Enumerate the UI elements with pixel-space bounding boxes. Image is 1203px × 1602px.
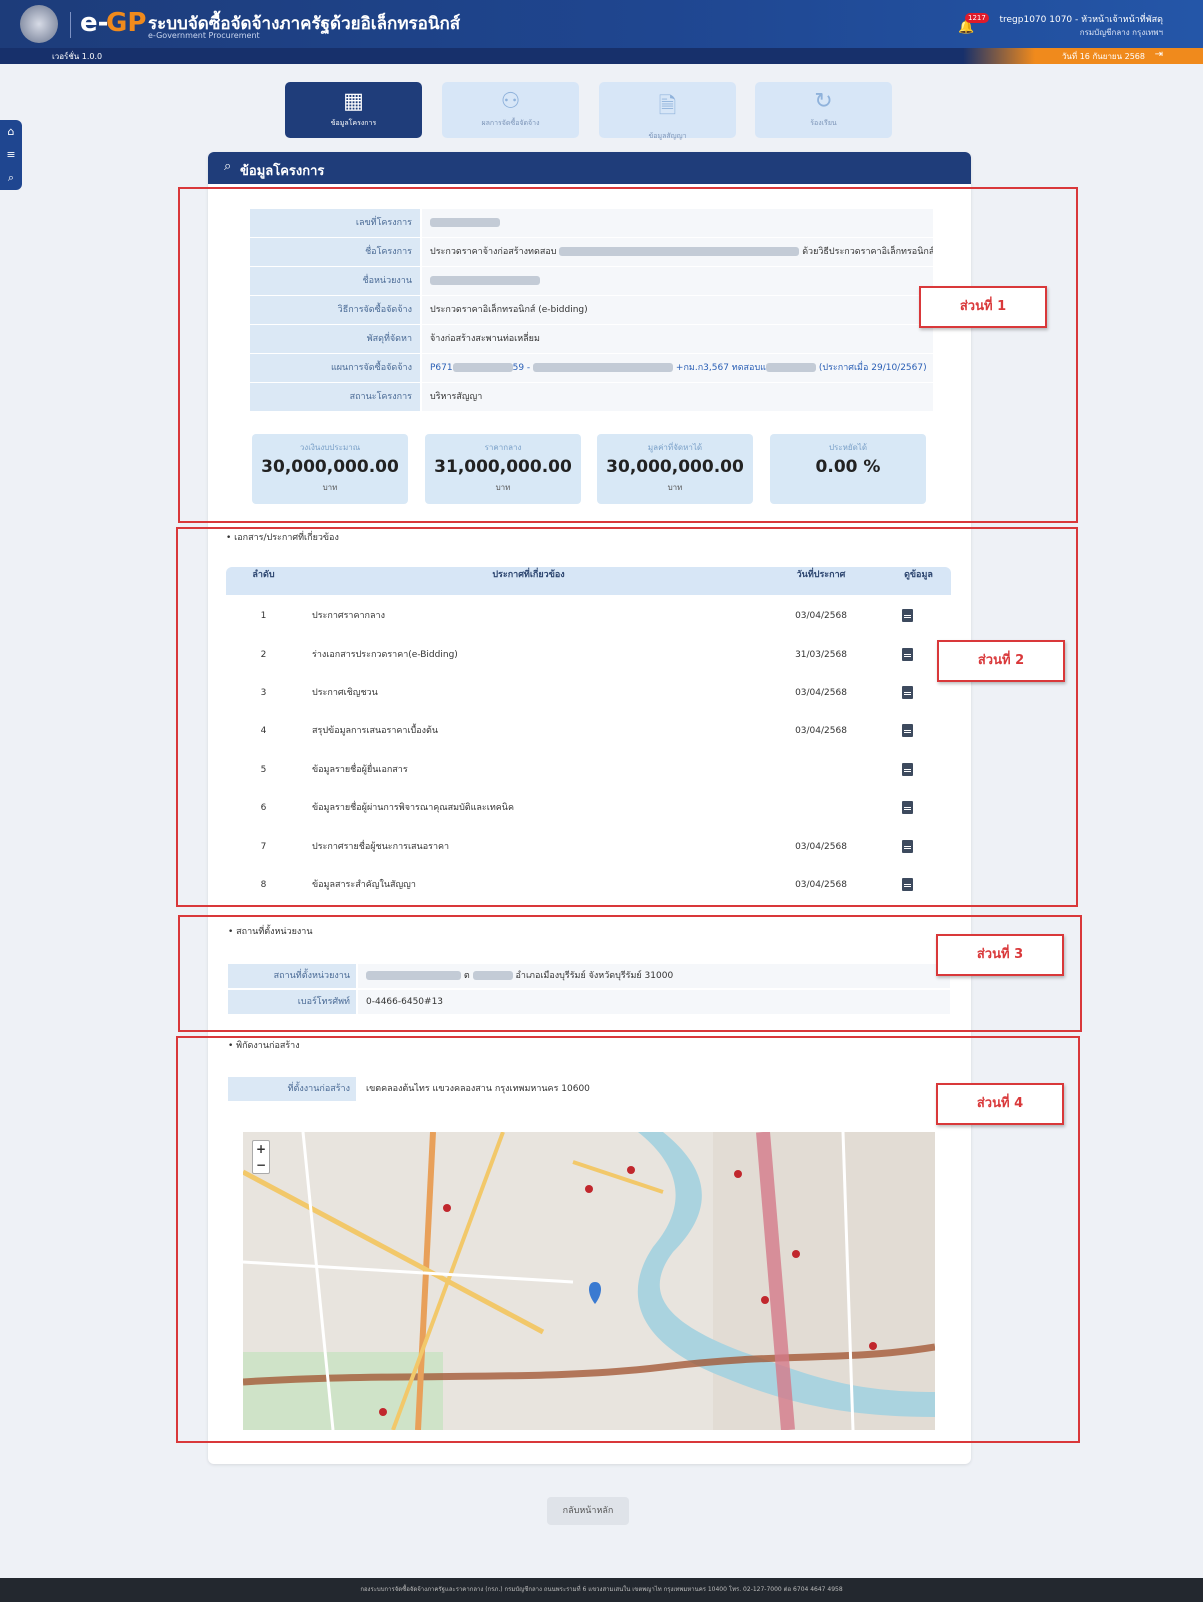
annotation-box-part2 — [176, 527, 1078, 907]
annotation-label-part2: ส่วนที่ 2 — [937, 640, 1065, 682]
annotation-label-part4: ส่วนที่ 4 — [936, 1083, 1064, 1125]
tab-contract-info[interactable]: 🗎 ข้อมูลสัญญา — [599, 82, 736, 140]
tab-label: ข้อมูลโครงการ — [330, 119, 377, 127]
sub-header — [0, 48, 1203, 64]
users-icon: ⚇ — [500, 89, 521, 114]
card-header: ⌕ ข้อมูลโครงการ — [208, 152, 971, 184]
user-name[interactable]: tregp1070 1070 - หัวหน้าเจ้าหน้าที่พัสดุ — [999, 12, 1163, 26]
egp-logo-e: e- — [80, 8, 109, 38]
logout-icon[interactable]: ⇥ — [1155, 49, 1163, 60]
search-icon: ⌕ — [224, 159, 232, 174]
logo-divider — [70, 12, 71, 38]
annotation-label-part3: ส่วนที่ 3 — [936, 934, 1064, 976]
tab-label: ร้องเรียน — [810, 119, 837, 127]
system-subtitle: e-Government Procurement — [148, 31, 260, 40]
egp-logo-gp: GP — [106, 8, 147, 38]
tab-label: ผลการจัดซื้อจัดจ้าง — [481, 119, 540, 127]
menu-icon[interactable]: ≡ — [0, 143, 22, 166]
government-seal-logo — [20, 5, 58, 43]
tab-complaint[interactable]: ↻ ร้องเรียน — [755, 82, 892, 138]
card-title: ข้อมูลโครงการ — [240, 164, 325, 179]
left-rail: ⌂ ≡ ⌕ — [0, 120, 22, 190]
tab-project-info[interactable]: ▦ ข้อมูลโครงการ — [285, 82, 422, 138]
version-label: เวอร์ชั่น 1.0.0 — [52, 52, 103, 61]
building-icon: ▦ — [343, 89, 364, 114]
document-icon: 🗎 — [658, 94, 677, 119]
complaint-icon: ↻ — [814, 89, 833, 114]
tab-label: ข้อมูลสัญญา — [648, 132, 687, 140]
back-to-home-button[interactable]: กลับหน้าหลัก — [547, 1497, 629, 1525]
annotation-box-part1 — [178, 187, 1078, 523]
current-date: วันที่ 16 กันยายน 2568 — [1061, 52, 1145, 61]
user-department: กรมบัญชีกลาง กรุงเทพฯ — [1079, 28, 1163, 37]
annotation-label-part1: ส่วนที่ 1 — [919, 286, 1047, 328]
notification-badge[interactable]: 1217 — [965, 13, 989, 23]
home-icon[interactable]: ⌂ — [0, 120, 22, 143]
search-icon[interactable]: ⌕ — [0, 166, 22, 189]
footer: กองระบบการจัดซื้อจัดจ้างภาครัฐและราคากลา… — [0, 1578, 1203, 1602]
tab-procurement-result[interactable]: ⚇ ผลการจัดซื้อจัดจ้าง — [442, 82, 579, 138]
